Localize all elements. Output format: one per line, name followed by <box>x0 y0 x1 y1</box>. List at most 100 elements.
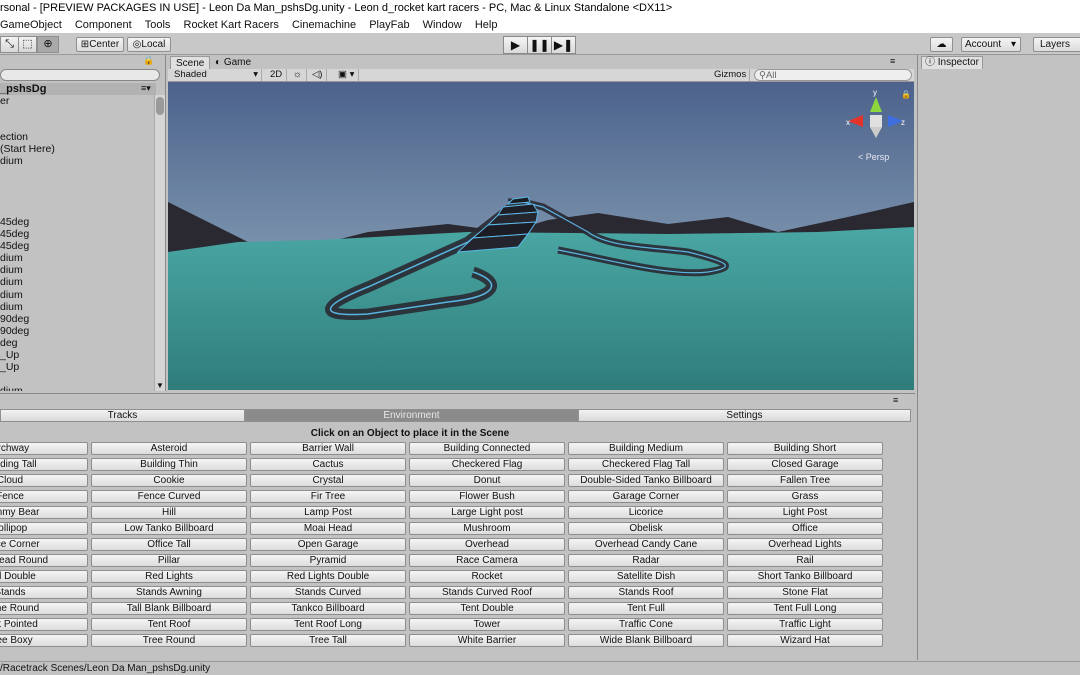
hierarchy-item[interactable]: 45deg <box>0 240 154 252</box>
object-button[interactable]: Tent Roof <box>91 618 247 631</box>
object-button[interactable]: Overhead <box>409 538 565 551</box>
object-button[interactable]: Tall Blank Billboard <box>91 602 247 615</box>
object-button[interactable]: Building Thin <box>91 458 247 471</box>
scene-viewport[interactable]: y x z 🔒 < Persp <box>168 82 914 390</box>
object-button[interactable]: Asteroid <box>91 442 247 455</box>
object-button[interactable]: Tent Roof Long <box>250 618 406 631</box>
object-button[interactable]: Stands Curved <box>250 586 406 599</box>
layers-dropdown[interactable]: Layers <box>1033 37 1080 52</box>
panel-menu-icon[interactable]: ≡ <box>890 56 895 66</box>
hierarchy-item[interactable]: deg <box>0 337 154 349</box>
step-button[interactable]: ▶❚ <box>551 36 576 54</box>
object-button[interactable]: Satellite Dish <box>568 570 724 583</box>
menu-component[interactable]: Component <box>75 17 132 33</box>
hierarchy-item[interactable] <box>0 107 154 119</box>
object-button[interactable]: Tree Round <box>91 634 247 647</box>
object-button[interactable]: Pillar <box>91 554 247 567</box>
object-button[interactable]: Tankco Billboard <box>250 602 406 615</box>
object-button[interactable]: Rail <box>727 554 883 567</box>
object-button[interactable]: Donut <box>409 474 565 487</box>
hierarchy-item[interactable]: ection <box>0 131 154 143</box>
object-button[interactable]: Building Short <box>727 442 883 455</box>
object-button[interactable]: Barrier Wall <box>250 442 406 455</box>
scene-render[interactable]: y x z <box>168 82 914 390</box>
hierarchy-item[interactable]: er <box>0 95 154 107</box>
object-button[interactable]: Closed Garage <box>727 458 883 471</box>
object-button[interactable]: Fir Tree <box>250 490 406 503</box>
object-button[interactable]: Gummy Bear <box>0 506 88 519</box>
object-button[interactable]: Wizard Hat <box>727 634 883 647</box>
hierarchy-item[interactable]: dium <box>0 252 154 264</box>
hierarchy-item[interactable]: _Up <box>0 349 154 361</box>
object-button[interactable]: Obelisk <box>568 522 724 535</box>
object-button[interactable]: Tower <box>409 618 565 631</box>
hierarchy-item[interactable]: dium <box>0 301 154 313</box>
scene-menu-icon[interactable]: ≡▾ <box>141 83 151 94</box>
object-button[interactable]: Fallen Tree <box>727 474 883 487</box>
object-button[interactable]: Tree Boxy <box>0 634 88 647</box>
object-button[interactable]: Office <box>727 522 883 535</box>
hierarchy-item[interactable]: (Start Here) <box>0 143 154 155</box>
object-button[interactable]: Grass <box>727 490 883 503</box>
scrollbar-thumb[interactable] <box>156 97 164 115</box>
menu-window[interactable]: Window <box>423 17 462 33</box>
object-button[interactable]: Checkered Flag Tall <box>568 458 724 471</box>
object-button[interactable]: Tent Full <box>568 602 724 615</box>
menu-help[interactable]: Help <box>475 17 498 33</box>
scene-search-input[interactable]: ⚲All <box>754 69 912 81</box>
menu-tools[interactable]: Tools <box>145 17 171 33</box>
transform-tool-icon[interactable]: ⊕ <box>37 36 59 53</box>
object-button[interactable]: Short Tanko Billboard <box>727 570 883 583</box>
effects-toggle-icon[interactable]: ▣ ▾ <box>334 69 360 81</box>
object-button[interactable]: Fence <box>0 490 88 503</box>
tab-settings[interactable]: Settings <box>578 409 911 422</box>
object-button[interactable]: Moai Head <box>250 522 406 535</box>
scroll-down-icon[interactable]: ▼ <box>156 381 164 390</box>
object-button[interactable]: Tent Full Long <box>727 602 883 615</box>
object-button[interactable]: Pyramid <box>250 554 406 567</box>
hierarchy-scene-name[interactable]: _pshsDg <box>0 83 156 95</box>
object-button[interactable]: Checkered Flag <box>409 458 565 471</box>
object-button[interactable]: Licorice <box>568 506 724 519</box>
account-dropdown[interactable]: Account ▾ <box>961 37 1021 52</box>
object-button[interactable]: Cloud <box>0 474 88 487</box>
hierarchy-item[interactable]: dium <box>0 276 154 288</box>
space-local-button[interactable]: ◎Local <box>127 37 171 52</box>
object-button[interactable]: Overhead Lights <box>727 538 883 551</box>
toggle-2d-button[interactable]: 2D <box>266 69 288 81</box>
object-button[interactable]: Stone Flat <box>727 586 883 599</box>
object-button[interactable]: Cactus <box>250 458 406 471</box>
object-button[interactable]: Large Light post <box>409 506 565 519</box>
pause-button[interactable]: ❚❚ <box>527 36 552 54</box>
hierarchy-item[interactable] <box>0 373 154 385</box>
hierarchy-item[interactable]: 45deg <box>0 216 154 228</box>
object-button[interactable]: Tent Double <box>409 602 565 615</box>
object-button[interactable]: Red Lights <box>91 570 247 583</box>
object-button[interactable]: Stands Roof <box>568 586 724 599</box>
hierarchy-item[interactable]: dium <box>0 264 154 276</box>
hierarchy-item[interactable]: 90deg <box>0 325 154 337</box>
panel-menu-icon[interactable]: ≡ <box>893 395 898 405</box>
object-button[interactable]: Radar <box>568 554 724 567</box>
lock-icon[interactable]: 🔒 <box>901 90 911 99</box>
hierarchy-item[interactable]: 90deg <box>0 313 154 325</box>
object-button[interactable]: Stands Curved Roof <box>409 586 565 599</box>
object-button[interactable]: Crystal <box>250 474 406 487</box>
hierarchy-item[interactable] <box>0 168 154 180</box>
tab-tracks[interactable]: Tracks <box>0 409 245 422</box>
lock-icon[interactable]: 🔒 <box>143 55 154 66</box>
hierarchy-item[interactable] <box>0 192 154 204</box>
object-button[interactable]: Red Lights Double <box>250 570 406 583</box>
object-button[interactable]: Double-Sided Tanko Billboard <box>568 474 724 487</box>
audio-toggle-icon[interactable]: ◁) <box>308 69 328 81</box>
hierarchy-item[interactable]: 45deg <box>0 228 154 240</box>
object-button[interactable]: Fence Curved <box>91 490 247 503</box>
object-button[interactable]: Building Tall <box>0 458 88 471</box>
gizmos-dropdown[interactable]: Gizmos ▾ <box>710 69 750 92</box>
object-button[interactable]: Stands Awning <box>91 586 247 599</box>
scale-tool-icon[interactable]: ⤡ <box>0 36 19 53</box>
hierarchy-item[interactable]: dium <box>0 155 154 167</box>
object-button[interactable]: Garage Corner <box>568 490 724 503</box>
shading-dropdown[interactable]: Shaded ▾ <box>170 69 262 81</box>
object-button[interactable]: Rail Double <box>0 570 88 583</box>
